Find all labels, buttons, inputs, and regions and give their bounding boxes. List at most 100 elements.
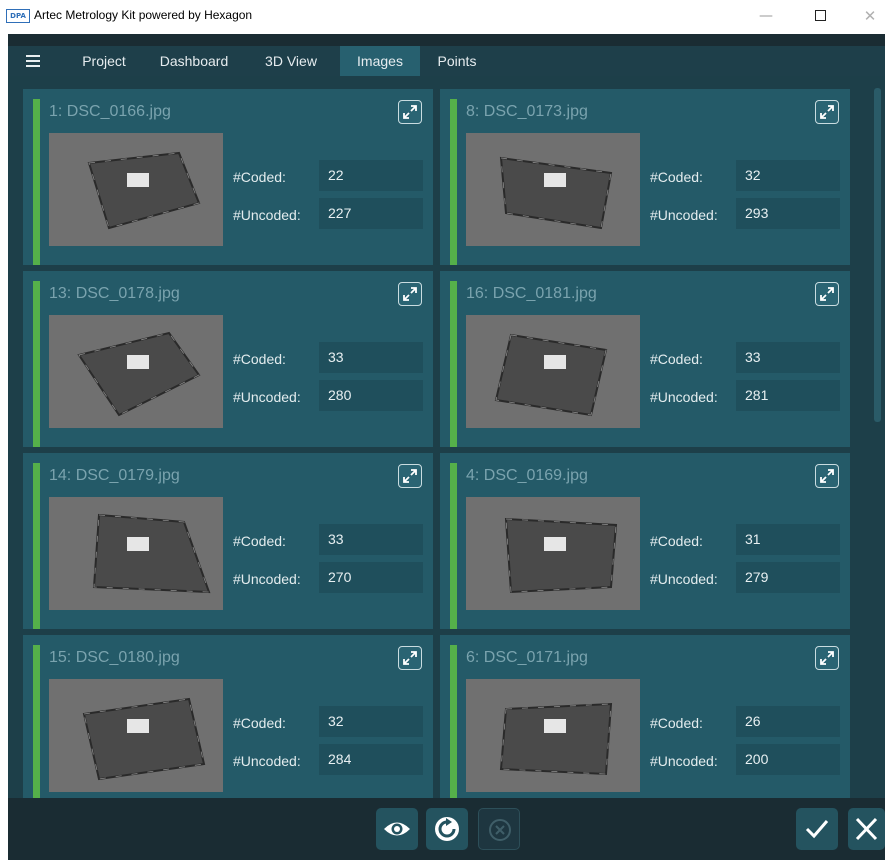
tab-points[interactable]: Points xyxy=(426,46,488,76)
image-thumbnail[interactable] xyxy=(466,133,640,246)
expand-icon xyxy=(403,651,417,665)
coded-label: #Coded: xyxy=(650,351,703,367)
uncoded-label: #Uncoded: xyxy=(650,571,718,587)
coded-value: 33 xyxy=(736,342,840,373)
minimize-button[interactable]: — xyxy=(752,5,780,27)
uncoded-value: 270 xyxy=(319,562,423,593)
uncoded-label: #Uncoded: xyxy=(650,389,718,405)
maximize-button[interactable] xyxy=(806,5,834,27)
coded-label: #Coded: xyxy=(650,169,703,185)
status-indicator xyxy=(33,281,40,447)
app-logo: DPA xyxy=(6,9,30,23)
photo-thumbnail-image xyxy=(466,497,640,610)
image-card[interactable]: 8: DSC_0173.jpg #Coded: 32 #Uncoded: 293 xyxy=(440,89,850,265)
uncoded-value: 293 xyxy=(736,198,840,229)
coded-value: 33 xyxy=(319,524,423,555)
image-thumbnail[interactable] xyxy=(466,315,640,428)
tab-project[interactable]: Project xyxy=(68,46,140,76)
status-indicator xyxy=(450,99,457,265)
image-thumbnail[interactable] xyxy=(49,497,223,610)
image-thumbnail[interactable] xyxy=(466,679,640,792)
expand-button[interactable] xyxy=(398,464,422,488)
image-card[interactable]: 4: DSC_0169.jpg #Coded: 31 #Uncoded: 279 xyxy=(440,453,850,629)
photo-thumbnail-image xyxy=(466,679,640,792)
image-card[interactable]: 13: DSC_0178.jpg #Coded: 33 #Uncoded: 280 xyxy=(23,271,433,447)
expand-button[interactable] xyxy=(815,464,839,488)
uncoded-label: #Uncoded: xyxy=(233,753,301,769)
view-button[interactable] xyxy=(376,808,418,850)
expand-button[interactable] xyxy=(398,646,422,670)
photo-thumbnail-image xyxy=(49,497,223,610)
hamburger-menu-icon[interactable] xyxy=(26,55,40,67)
status-indicator xyxy=(33,645,40,798)
close-icon xyxy=(855,817,878,841)
status-indicator xyxy=(33,99,40,265)
image-card[interactable]: 1: DSC_0166.jpg #Coded: 22 #Uncoded: 227 xyxy=(23,89,433,265)
image-thumbnail[interactable] xyxy=(49,133,223,246)
status-indicator xyxy=(33,463,40,629)
expand-button[interactable] xyxy=(398,282,422,306)
image-gallery: 1: DSC_0166.jpg #Coded: 22 #Uncoded: 227 8: D… xyxy=(8,76,885,798)
image-name: 8: DSC_0173.jpg xyxy=(466,103,588,120)
gallery-scrollbar[interactable] xyxy=(874,88,881,422)
photo-thumbnail-image xyxy=(49,679,223,792)
uncoded-value: 280 xyxy=(319,380,423,411)
image-name: 6: DSC_0171.jpg xyxy=(466,649,588,666)
tab-images[interactable]: Images xyxy=(340,46,420,76)
coded-value: 26 xyxy=(736,706,840,737)
tab-bar: Project Dashboard 3D View Images Points xyxy=(8,46,885,76)
refresh-button[interactable] xyxy=(426,808,468,850)
expand-button[interactable] xyxy=(398,100,422,124)
coded-value: 33 xyxy=(319,342,423,373)
image-name: 13: DSC_0178.jpg xyxy=(49,285,180,302)
expand-icon xyxy=(820,651,834,665)
status-indicator xyxy=(450,463,457,629)
eye-icon xyxy=(384,822,410,836)
image-card[interactable]: 15: DSC_0180.jpg #Coded: 32 #Uncoded: 284 xyxy=(23,635,433,798)
photo-thumbnail-image xyxy=(466,315,640,428)
coded-label: #Coded: xyxy=(650,715,703,731)
image-name: 1: DSC_0166.jpg xyxy=(49,103,171,120)
expand-icon xyxy=(403,287,417,301)
image-name: 14: DSC_0179.jpg xyxy=(49,467,180,484)
uncoded-value: 281 xyxy=(736,380,840,411)
coded-value: 31 xyxy=(736,524,840,555)
expand-icon xyxy=(820,105,834,119)
coded-label: #Coded: xyxy=(233,715,286,731)
tab-3d-view[interactable]: 3D View xyxy=(248,46,334,76)
image-thumbnail[interactable] xyxy=(49,315,223,428)
coded-value: 32 xyxy=(736,160,840,191)
expand-button[interactable] xyxy=(815,646,839,670)
expand-icon xyxy=(403,105,417,119)
window-close-button[interactable]: ✕ xyxy=(856,5,884,27)
window-title: Artec Metrology Kit powered by Hexagon xyxy=(34,8,253,22)
coded-label: #Coded: xyxy=(650,533,703,549)
confirm-button[interactable] xyxy=(796,808,838,850)
cancel-circle-icon xyxy=(489,819,511,841)
uncoded-label: #Uncoded: xyxy=(650,207,718,223)
expand-button[interactable] xyxy=(815,282,839,306)
title-bar: DPA Artec Metrology Kit powered by Hexag… xyxy=(0,0,885,34)
expand-icon xyxy=(820,469,834,483)
image-name: 15: DSC_0180.jpg xyxy=(49,649,180,666)
expand-icon xyxy=(820,287,834,301)
refresh-icon xyxy=(435,817,459,841)
uncoded-value: 279 xyxy=(736,562,840,593)
cancel-detection-button[interactable] xyxy=(478,808,520,850)
tab-dashboard[interactable]: Dashboard xyxy=(146,46,242,76)
coded-label: #Coded: xyxy=(233,533,286,549)
uncoded-value: 284 xyxy=(319,744,423,775)
status-indicator xyxy=(450,645,457,798)
image-card[interactable]: 16: DSC_0181.jpg #Coded: 33 #Uncoded: 281 xyxy=(440,271,850,447)
image-thumbnail[interactable] xyxy=(466,497,640,610)
uncoded-value: 200 xyxy=(736,744,840,775)
coded-value: 22 xyxy=(319,160,423,191)
image-card[interactable]: 6: DSC_0171.jpg #Coded: 26 #Uncoded: 200 xyxy=(440,635,850,798)
bottom-toolbar xyxy=(8,798,885,860)
expand-button[interactable] xyxy=(815,100,839,124)
close-button[interactable] xyxy=(848,808,885,850)
app-frame: Project Dashboard 3D View Images Points … xyxy=(8,34,885,860)
coded-label: #Coded: xyxy=(233,169,286,185)
image-thumbnail[interactable] xyxy=(49,679,223,792)
image-card[interactable]: 14: DSC_0179.jpg #Coded: 33 #Uncoded: 270 xyxy=(23,453,433,629)
